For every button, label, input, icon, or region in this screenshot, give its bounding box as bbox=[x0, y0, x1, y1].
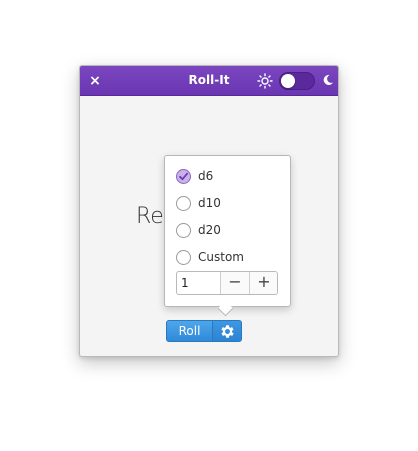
moon-icon bbox=[323, 74, 333, 85]
radio-custom[interactable]: Custom bbox=[176, 248, 244, 266]
dice-popover: d6 d10 d20 Custom − + bbox=[164, 155, 291, 307]
radio-d6[interactable]: d6 bbox=[176, 167, 213, 185]
sun-icon bbox=[257, 73, 273, 89]
settings-menu-button[interactable] bbox=[212, 320, 242, 342]
roll-button[interactable]: Roll bbox=[166, 320, 213, 342]
titlebar: × Roll-It bbox=[80, 66, 338, 96]
radio-d20[interactable]: d20 bbox=[176, 221, 221, 239]
custom-sides-input[interactable] bbox=[177, 272, 220, 294]
increment-button[interactable]: + bbox=[249, 272, 277, 294]
radio-icon bbox=[176, 222, 191, 238]
radio-label: d6 bbox=[198, 169, 214, 183]
toggle-knob bbox=[281, 74, 295, 88]
radio-label: d10 bbox=[198, 196, 221, 210]
radio-checked-icon bbox=[176, 168, 191, 184]
dark-mode-toggle[interactable] bbox=[279, 72, 315, 90]
decrement-button[interactable]: − bbox=[220, 272, 249, 294]
radio-d10[interactable]: d10 bbox=[176, 194, 221, 212]
radio-icon bbox=[176, 195, 191, 211]
radio-icon bbox=[176, 249, 191, 265]
gear-icon bbox=[221, 325, 234, 338]
custom-sides-spinbutton: − + bbox=[176, 271, 278, 295]
radio-label: d20 bbox=[198, 223, 221, 237]
result-text: Re bbox=[136, 204, 164, 229]
radio-label: Custom bbox=[198, 250, 244, 264]
